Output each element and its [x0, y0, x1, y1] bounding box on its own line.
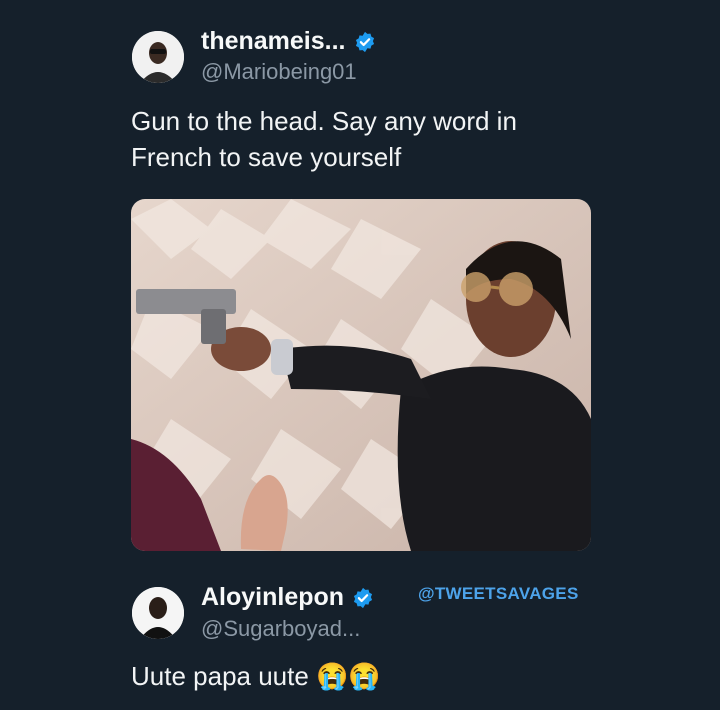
verified-badge-icon — [355, 31, 374, 52]
user-avatar-icon — [132, 31, 184, 83]
user-avatar-icon — [132, 587, 184, 639]
photo-image — [131, 199, 591, 551]
reply-text: Uute papa uute 😭😭 — [131, 661, 381, 691]
tweet-image[interactable] — [131, 199, 591, 551]
display-name: thenameis... — [201, 27, 346, 55]
reply-author-handle[interactable]: @Sugarboyad... — [201, 616, 360, 642]
avatar[interactable] — [132, 31, 184, 83]
verified-badge-icon — [353, 587, 373, 608]
reply-author-name[interactable]: Aloyinlepon — [201, 583, 374, 612]
tweet-text: Gun to the head. Say any word in French … — [131, 106, 517, 172]
avatar[interactable] — [132, 587, 184, 639]
watermark: @TWEETSAVAGES — [418, 584, 579, 603]
author-handle[interactable]: @Mariobeing01 — [201, 59, 357, 85]
author-name[interactable]: thenameis... — [201, 27, 376, 56]
display-name: Aloyinlepon — [201, 583, 345, 611]
